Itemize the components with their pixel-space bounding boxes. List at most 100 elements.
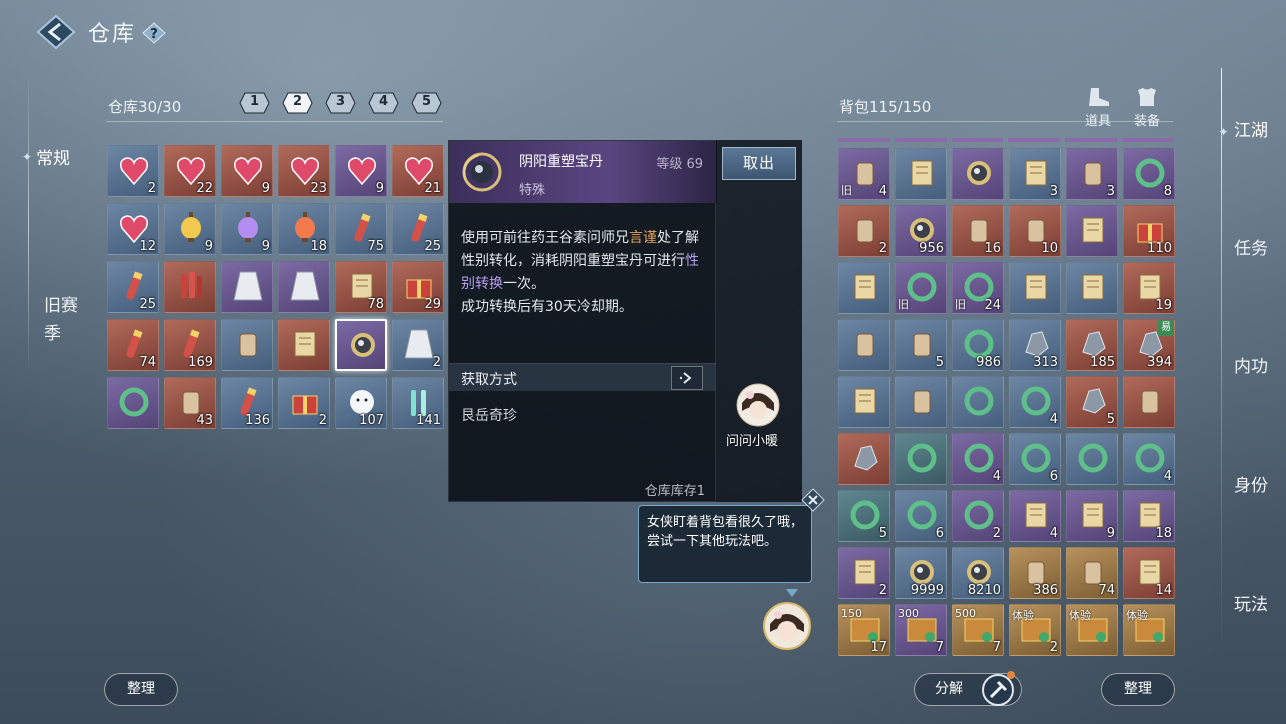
bag-slot[interactable] [895, 433, 947, 485]
bag-slot[interactable] [1123, 376, 1175, 428]
warehouse-slot[interactable]: 25 [392, 203, 444, 255]
warehouse-slot[interactable]: 75 [335, 203, 387, 255]
bag-slot[interactable]: 986 [952, 319, 1004, 371]
bag-slot[interactable]: 2 [838, 205, 890, 257]
nav-item-neigong[interactable]: 内功 [1212, 352, 1282, 377]
warehouse-slot[interactable]: 43 [164, 377, 216, 429]
warehouse-slot[interactable]: 9 [221, 203, 273, 255]
warehouse-slot[interactable]: 74 [107, 319, 159, 371]
bag-slot[interactable]: 体验 2 [1009, 604, 1061, 656]
warehouse-slot[interactable]: 12 [107, 203, 159, 255]
bag-slot[interactable]: 5 [895, 319, 947, 371]
bag-slot[interactable]: 313 [1009, 319, 1061, 371]
warehouse-slot[interactable]: 29 [392, 261, 444, 313]
bag-slot[interactable] [838, 319, 890, 371]
warehouse-page-tab[interactable]: 5 [411, 92, 442, 114]
bag-slot[interactable] [838, 262, 890, 314]
bag-slot[interactable] [952, 376, 1004, 428]
warehouse-slot[interactable]: 2 [392, 319, 444, 371]
nav-item-jianghu[interactable]: ✦ 江湖 [1212, 116, 1282, 141]
warehouse-page-tab[interactable]: 3 [325, 92, 356, 114]
source-expand-button[interactable] [671, 366, 703, 390]
bag-tab-equipment[interactable]: 装备 [1129, 86, 1165, 129]
nav-item-gameplay[interactable]: 玩法 [1212, 590, 1282, 615]
bag-slot[interactable]: 5 [838, 490, 890, 542]
warehouse-page-tab[interactable]: 4 [368, 92, 399, 114]
warehouse-sort-button[interactable]: 整理 [104, 673, 178, 706]
bag-slot[interactable] [838, 433, 890, 485]
bag-slot[interactable]: 体验 [1066, 604, 1118, 656]
bag-slot[interactable]: 74 [1066, 547, 1118, 599]
take-out-button[interactable]: 取出 [722, 147, 796, 180]
hammer-icon[interactable] [978, 670, 1018, 710]
bag-slot[interactable]: 9 [1066, 490, 1118, 542]
bag-slot[interactable]: 14 [1123, 547, 1175, 599]
bag-slot[interactable] [1066, 433, 1118, 485]
close-bubble-icon[interactable] [801, 488, 825, 512]
warehouse-slot[interactable] [278, 319, 330, 371]
warehouse-slot[interactable]: 25 [107, 261, 159, 313]
warehouse-slot[interactable] [335, 319, 387, 371]
nav-item-identity[interactable]: 身份 [1212, 471, 1282, 496]
warehouse-slot[interactable] [164, 261, 216, 313]
bag-slot[interactable]: 旧 24 [952, 262, 1004, 314]
bag-slot[interactable]: 150 17 [838, 604, 890, 656]
nav-item-regular[interactable]: ✦ 常规 [22, 144, 70, 169]
warehouse-slot[interactable]: 169 [164, 319, 216, 371]
warehouse-slot[interactable]: 136 [221, 377, 273, 429]
bag-slot[interactable]: 5 [1066, 376, 1118, 428]
warehouse-slot[interactable]: 9 [335, 145, 387, 197]
warehouse-slot[interactable]: 107 [335, 377, 387, 429]
bag-slot[interactable]: 386 [1009, 547, 1061, 599]
bag-slot[interactable]: 19 [1123, 262, 1175, 314]
warehouse-slot[interactable] [278, 261, 330, 313]
bag-slot[interactable]: 旧4 [838, 148, 890, 200]
bag-slot[interactable]: 110 [1123, 205, 1175, 257]
bag-slot[interactable]: 易 394 [1123, 319, 1175, 371]
warehouse-slot[interactable]: 23 [278, 145, 330, 197]
warehouse-slot[interactable] [107, 377, 159, 429]
bag-sort-button[interactable]: 整理 [1101, 673, 1175, 706]
warehouse-slot[interactable]: 18 [278, 203, 330, 255]
bag-tab-items[interactable]: 道具 [1080, 86, 1116, 129]
bag-slot[interactable] [952, 148, 1004, 200]
warehouse-slot[interactable] [221, 261, 273, 313]
bag-slot[interactable] [838, 376, 890, 428]
bag-slot[interactable]: 3 [1066, 148, 1118, 200]
bag-slot[interactable] [1066, 262, 1118, 314]
warehouse-page-tab[interactable]: 1 [239, 92, 270, 114]
bag-slot[interactable]: 6 [1009, 433, 1061, 485]
bag-slot[interactable]: 4 [1009, 490, 1061, 542]
bag-slot[interactable]: 4 [1123, 433, 1175, 485]
warehouse-slot[interactable]: 141 [392, 377, 444, 429]
bag-slot[interactable]: 8 [1123, 148, 1175, 200]
bag-slot[interactable]: 2 [838, 547, 890, 599]
nav-item-task[interactable]: 任务 [1212, 234, 1282, 259]
bag-slot[interactable] [1009, 262, 1061, 314]
bag-slot[interactable]: 3 [1009, 148, 1061, 200]
warehouse-slot[interactable]: 9 [221, 145, 273, 197]
warehouse-slot[interactable]: 78 [335, 261, 387, 313]
bag-slot[interactable]: 500 7 [952, 604, 1004, 656]
warehouse-slot[interactable]: 22 [164, 145, 216, 197]
back-button[interactable] [36, 14, 76, 50]
bag-slot[interactable]: 6 [895, 490, 947, 542]
bag-slot[interactable]: 10 [1009, 205, 1061, 257]
warehouse-slot[interactable]: 9 [164, 203, 216, 255]
bag-slot[interactable]: 2 [952, 490, 1004, 542]
warehouse-slot[interactable]: 21 [392, 145, 444, 197]
bag-slot[interactable]: 4 [1009, 376, 1061, 428]
xiaonuan-avatar-icon[interactable] [736, 383, 780, 427]
help-icon[interactable]: ? [142, 22, 166, 44]
bag-slot[interactable]: 18 [1123, 490, 1175, 542]
warehouse-page-tab[interactable]: 2 [282, 92, 313, 114]
npc-name-highlight[interactable]: 言谨 [629, 230, 657, 246]
bag-slot[interactable]: 4 [952, 433, 1004, 485]
npc-assistant-icon[interactable] [763, 602, 811, 650]
bag-slot[interactable] [1066, 205, 1118, 257]
bag-slot[interactable]: 体验 [1123, 604, 1175, 656]
bag-slot[interactable] [895, 376, 947, 428]
bag-slot[interactable]: 185 [1066, 319, 1118, 371]
bag-slot[interactable]: 9999 [895, 547, 947, 599]
bag-slot[interactable]: 956 [895, 205, 947, 257]
